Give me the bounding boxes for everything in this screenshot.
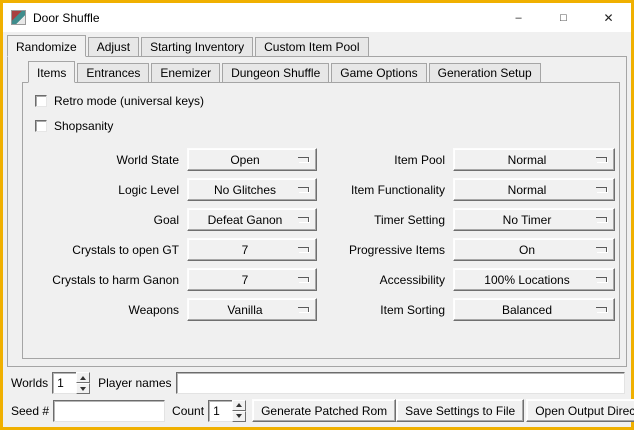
save-settings-button[interactable]: Save Settings to File: [396, 399, 524, 422]
tab-items[interactable]: Items: [28, 61, 75, 83]
count-spinbox: [208, 400, 246, 422]
label-item-functionality: Item Functionality: [325, 183, 445, 197]
label-accessibility: Accessibility: [325, 273, 445, 287]
items-tab-panel: Retro mode (universal keys) Shopsanity W…: [22, 82, 620, 359]
seed-row: Seed # Count Generate Patched Rom Save S…: [7, 399, 627, 422]
dropdown-indicator-icon: [298, 277, 309, 282]
options-grid: World State Open Item Pool Normal Logic …: [31, 148, 619, 321]
worlds-row: Worlds Player names: [7, 372, 627, 394]
dropdown-crystals-open-gt[interactable]: 7: [187, 238, 317, 261]
tab-game-options[interactable]: Game Options: [331, 63, 426, 82]
dropdown-progressive-items[interactable]: On: [453, 238, 615, 261]
arrow-down-icon: [236, 414, 242, 418]
arrow-up-icon: [236, 403, 242, 407]
dropdown-item-pool[interactable]: Normal: [453, 148, 615, 171]
dropdown-timer-setting[interactable]: No Timer: [453, 208, 615, 231]
checkbox-box: [35, 95, 47, 107]
label-crystals-harm-ganon: Crystals to harm Ganon: [31, 273, 179, 287]
worlds-label: Worlds: [11, 376, 48, 390]
close-button[interactable]: ✕: [586, 3, 631, 32]
dropdown-accessibility[interactable]: 100% Locations: [453, 268, 615, 291]
dropdown-indicator-icon: [298, 307, 309, 312]
seed-input[interactable]: [53, 400, 165, 422]
maximize-button[interactable]: □: [541, 3, 586, 32]
seed-label: Seed #: [11, 404, 49, 418]
dropdown-indicator-icon: [596, 307, 607, 312]
dropdown-item-functionality[interactable]: Normal: [453, 178, 615, 201]
generate-patched-rom-button[interactable]: Generate Patched Rom: [252, 399, 396, 422]
dropdown-logic-level[interactable]: No Glitches: [187, 178, 317, 201]
dropdown-indicator-icon: [298, 217, 309, 222]
spin-down-button[interactable]: [232, 411, 246, 422]
client-area: Randomize Adjust Starting Inventory Cust…: [3, 32, 631, 427]
dropdown-item-sorting[interactable]: Balanced: [453, 298, 615, 321]
dropdown-indicator-icon: [298, 187, 309, 192]
dropdown-indicator-icon: [298, 247, 309, 252]
count-spin-arrows: [232, 400, 246, 422]
minimize-button[interactable]: –: [496, 3, 541, 32]
tab-starting-inventory[interactable]: Starting Inventory: [141, 37, 253, 56]
tab-adjust[interactable]: Adjust: [88, 37, 139, 56]
worlds-spin-arrows: [76, 372, 90, 394]
outer-tab-bar: Randomize Adjust Starting Inventory Cust…: [3, 35, 631, 56]
titlebar: Door Shuffle – □ ✕: [3, 3, 631, 32]
dropdown-crystals-harm-ganon[interactable]: 7: [187, 268, 317, 291]
window-title: Door Shuffle: [33, 11, 100, 25]
dropdown-goal[interactable]: Defeat Ganon: [187, 208, 317, 231]
dropdown-world-state[interactable]: Open: [187, 148, 317, 171]
app-icon[interactable]: [11, 10, 26, 25]
label-world-state: World State: [31, 153, 179, 167]
worlds-input[interactable]: [52, 372, 76, 394]
checkbox-box: [35, 120, 47, 132]
spin-up-button[interactable]: [76, 372, 90, 383]
bottom-controls: Worlds Player names Seed # Count: [7, 372, 627, 422]
label-timer-setting: Timer Setting: [325, 213, 445, 227]
tab-custom-item-pool[interactable]: Custom Item Pool: [255, 37, 368, 56]
dropdown-weapons[interactable]: Vanilla: [187, 298, 317, 321]
checkbox-retro-mode[interactable]: Retro mode (universal keys): [35, 91, 619, 111]
door-shuffle-window: Door Shuffle – □ ✕ Randomize Adjust Star…: [0, 0, 634, 430]
worlds-spinbox: [52, 372, 90, 394]
label-item-sorting: Item Sorting: [325, 303, 445, 317]
checkbox-label: Retro mode (universal keys): [54, 94, 204, 108]
window-controls: – □ ✕: [496, 3, 631, 32]
arrow-up-icon: [80, 376, 86, 380]
label-logic-level: Logic Level: [31, 183, 179, 197]
dropdown-indicator-icon: [596, 157, 607, 162]
dropdown-indicator-icon: [596, 247, 607, 252]
dropdown-indicator-icon: [298, 157, 309, 162]
tab-enemizer[interactable]: Enemizer: [151, 63, 220, 82]
inner-tab-bar: Items Entrances Enemizer Dungeon Shuffle…: [8, 61, 626, 82]
checkbox-label: Shopsanity: [54, 119, 113, 133]
dropdown-indicator-icon: [596, 217, 607, 222]
count-input[interactable]: [208, 400, 232, 422]
tab-randomize[interactable]: Randomize: [7, 35, 86, 57]
label-crystals-open-gt: Crystals to open GT: [31, 243, 179, 257]
spin-up-button[interactable]: [232, 400, 246, 411]
tab-entrances[interactable]: Entrances: [77, 63, 149, 82]
tab-dungeon-shuffle[interactable]: Dungeon Shuffle: [222, 63, 329, 82]
randomize-tab-panel: Items Entrances Enemizer Dungeon Shuffle…: [7, 56, 627, 367]
label-weapons: Weapons: [31, 303, 179, 317]
spin-down-button[interactable]: [76, 383, 90, 394]
label-goal: Goal: [31, 213, 179, 227]
player-names-label: Player names: [98, 376, 171, 390]
dropdown-indicator-icon: [596, 187, 607, 192]
arrow-down-icon: [80, 387, 86, 391]
dropdown-indicator-icon: [596, 277, 607, 282]
player-names-input[interactable]: [176, 372, 626, 394]
label-item-pool: Item Pool: [325, 153, 445, 167]
count-label: Count: [172, 404, 204, 418]
tab-generation-setup[interactable]: Generation Setup: [429, 63, 541, 82]
checkbox-shopsanity[interactable]: Shopsanity: [35, 116, 619, 136]
open-output-directory-button[interactable]: Open Output Directory: [526, 399, 634, 422]
label-progressive-items: Progressive Items: [325, 243, 445, 257]
